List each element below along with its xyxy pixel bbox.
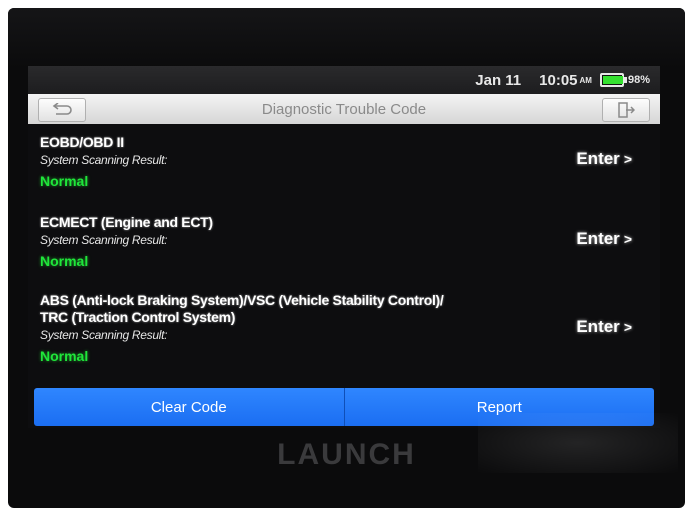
exit-button[interactable] [602,98,650,122]
scan-result-label: System Scanning Result: [40,328,168,342]
scan-result-value: Normal [40,348,89,364]
system-item-eobd: EOBD/OBD II System Scanning Result: Norm… [40,134,646,189]
enter-button-abs[interactable]: Enter > [576,317,632,337]
system-name: ECMECT (Engine and ECT) [40,214,213,230]
back-arrow-icon [52,103,72,115]
system-name-cont: TRC (Traction Control System) [40,309,236,325]
scan-result-value: Normal [40,253,89,269]
enter-button-ecmect[interactable]: Enter > [576,229,632,249]
system-item-ecmect: ECMECT (Engine and ECT) System Scanning … [40,214,646,269]
battery-percent: 98% [627,74,650,86]
clear-code-button[interactable]: Clear Code [34,388,344,426]
scan-result-label: System Scanning Result: [40,153,168,167]
back-button[interactable] [38,98,86,122]
scan-result-value: Normal [40,173,89,189]
status-time: 10:05 [539,71,578,89]
enter-label: Enter [576,229,620,248]
enter-label: Enter [576,149,620,168]
title-bar: Diagnostic Trouble Code [28,94,660,124]
scan-tool-device: Jan 11 10:05 AM 98% Diagnostic Trouble C… [8,8,685,508]
system-item-abs: ABS (Anti-lock Braking System)/VSC (Vehi… [40,292,646,364]
chevron-right-icon: > [623,151,632,167]
exit-icon [618,102,635,118]
system-name: ABS (Anti-lock Braking System)/VSC (Vehi… [40,292,444,308]
status-date: Jan 11 [475,71,522,89]
status-ampm: AM [579,75,592,85]
chevron-right-icon: > [623,231,632,247]
page-title: Diagnostic Trouble Code [261,100,427,118]
status-bar: Jan 11 10:05 AM 98% [28,66,660,94]
screen-glare [478,413,678,473]
battery-fill [602,76,623,84]
battery-icon [599,73,627,87]
system-name: EOBD/OBD II [40,134,124,150]
enter-label: Enter [576,317,620,336]
scan-result-label: System Scanning Result: [40,233,168,247]
chevron-right-icon: > [623,319,632,335]
bezel [8,8,685,68]
enter-button-eobd[interactable]: Enter > [576,149,632,169]
screen: Jan 11 10:05 AM 98% Diagnostic Trouble C… [28,66,660,428]
